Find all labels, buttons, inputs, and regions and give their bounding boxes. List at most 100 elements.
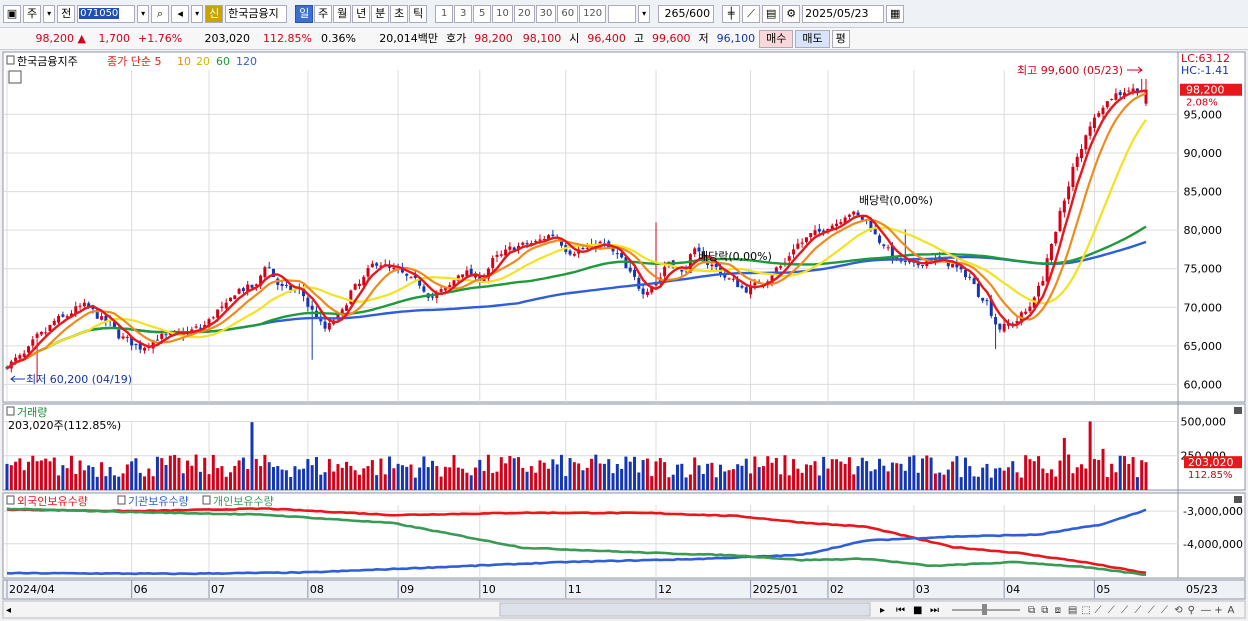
- volume-bar: [955, 456, 959, 490]
- volume-tag-label: 203,020: [1188, 456, 1234, 469]
- count-input[interactable]: 265/600: [658, 4, 715, 23]
- period-tab-5[interactable]: 초: [390, 4, 409, 23]
- price-pct-label: 2.08%: [1186, 98, 1218, 109]
- low-price: 96,100: [716, 31, 756, 45]
- candle-body: [164, 334, 168, 336]
- volume-bar: [985, 463, 989, 490]
- candle-body: [233, 295, 237, 300]
- all-button[interactable]: 전: [57, 4, 76, 23]
- period-tab-1[interactable]: 주: [314, 4, 333, 23]
- volume-bar: [688, 474, 692, 490]
- volume-bar: [263, 454, 267, 490]
- interval-button-60[interactable]: 60: [557, 4, 579, 23]
- volume-bar: [499, 457, 503, 490]
- volume-bar: [559, 454, 563, 490]
- date-input[interactable]: 2025/05/23: [802, 4, 885, 23]
- interval-button-20[interactable]: 20: [513, 4, 535, 23]
- chart-tool-icon-9: ⟋: [1148, 605, 1155, 616]
- interval-button-10[interactable]: 10: [492, 4, 513, 23]
- sell-button[interactable]: 매도: [795, 29, 830, 48]
- candle-body: [809, 233, 813, 238]
- calendar-icon[interactable]: ▦: [886, 4, 905, 23]
- save-icon[interactable]: ▤: [762, 4, 781, 23]
- chart-area[interactable]: 95,000 90,000 85,000 80,000 75,000 70,000 65,0…: [0, 50, 1248, 621]
- ma-legend-60: 60: [216, 55, 230, 68]
- candle-body: [779, 266, 783, 268]
- interval-button-30[interactable]: 30: [535, 4, 557, 23]
- period-tab-4[interactable]: 분: [371, 4, 390, 23]
- hc-label: HC:-1.41: [1181, 64, 1229, 77]
- volume-bar: [396, 463, 400, 490]
- volume-bar: [1135, 477, 1139, 490]
- volume-bar: [125, 464, 129, 490]
- open-label: 시: [569, 31, 580, 45]
- chart-tool-icon-4: ⬚: [1081, 605, 1090, 616]
- volume-bar: [994, 468, 998, 490]
- interval-button-120[interactable]: 120: [579, 4, 607, 23]
- candle-body: [422, 286, 426, 292]
- period-tab-0[interactable]: 일: [295, 4, 314, 23]
- candle-body: [1049, 243, 1053, 261]
- volume-bar: [710, 462, 714, 490]
- volume-bar: [551, 459, 555, 490]
- avg-button[interactable]: 평: [831, 29, 850, 48]
- period-tab-2[interactable]: 월: [333, 4, 352, 23]
- playback-icon-0: ⏮: [896, 605, 905, 616]
- candle-body: [431, 296, 435, 298]
- scroll-right-icon: ▸: [880, 605, 885, 616]
- volume-bar: [1019, 477, 1023, 490]
- volume-bar: [650, 476, 654, 490]
- volume-bar: [843, 464, 847, 490]
- volume-bar: [938, 472, 942, 490]
- candle-body: [439, 289, 443, 292]
- layout-icon[interactable]: ▣: [3, 4, 21, 23]
- volume-bar: [250, 422, 254, 490]
- volume-bar: [1032, 461, 1036, 490]
- stock-name-field[interactable]: 한국금융지: [225, 4, 288, 23]
- draw-tool-icon[interactable]: ⟋: [742, 4, 761, 23]
- interval-button-1[interactable]: 1: [435, 4, 454, 23]
- volume-bar: [426, 467, 430, 490]
- gear-icon[interactable]: ⚙: [782, 4, 801, 23]
- search-icon[interactable]: ⌕: [151, 4, 170, 23]
- interval-dropdown[interactable]: ▾: [638, 4, 651, 23]
- volume-bar: [916, 472, 920, 490]
- ma-legend-10: 10: [177, 55, 191, 68]
- buy-button[interactable]: 매수: [759, 29, 794, 48]
- interval-button-5[interactable]: 5: [473, 4, 492, 23]
- volume-bar: [1067, 454, 1071, 490]
- x-axis-bar: [2, 579, 1246, 600]
- interval-button-3[interactable]: 3: [454, 4, 473, 23]
- volume-bar: [345, 461, 349, 490]
- candle-type-icon[interactable]: ╪: [722, 4, 741, 23]
- volume-bar: [1006, 467, 1010, 490]
- candle-body: [22, 353, 26, 357]
- stock-type-dropdown[interactable]: ▾: [43, 4, 56, 23]
- period-tab-3[interactable]: 년: [352, 4, 371, 23]
- stock-type-button[interactable]: 주: [23, 4, 42, 23]
- speaker-icon[interactable]: ◂: [171, 4, 190, 23]
- candle-body: [100, 316, 104, 320]
- volume-bar: [989, 477, 993, 490]
- speaker-dropdown[interactable]: ▾: [191, 4, 204, 23]
- volume-bar: [942, 474, 946, 490]
- interval-input[interactable]: [608, 4, 637, 23]
- stock-code-input[interactable]: 071050: [77, 4, 136, 23]
- candle-body: [740, 285, 744, 288]
- volume-bar: [852, 474, 856, 490]
- candle-body: [1067, 186, 1071, 200]
- candle-body: [134, 343, 138, 346]
- chart-tool-icon-0: ⧉: [1028, 605, 1035, 616]
- volume-bar: [895, 463, 899, 490]
- volume-bar: [963, 457, 967, 490]
- candle-body: [392, 268, 396, 270]
- volume-bar: [400, 465, 404, 490]
- candle-body: [327, 323, 331, 330]
- credit-badge[interactable]: 신: [205, 4, 224, 23]
- period-tab-6[interactable]: 틱: [409, 4, 428, 23]
- candle-body: [323, 321, 327, 329]
- candle-body: [229, 297, 233, 302]
- trade-amount: 20,014백만: [379, 31, 438, 45]
- candle-body: [220, 306, 224, 309]
- code-dropdown[interactable]: ▾: [137, 4, 150, 23]
